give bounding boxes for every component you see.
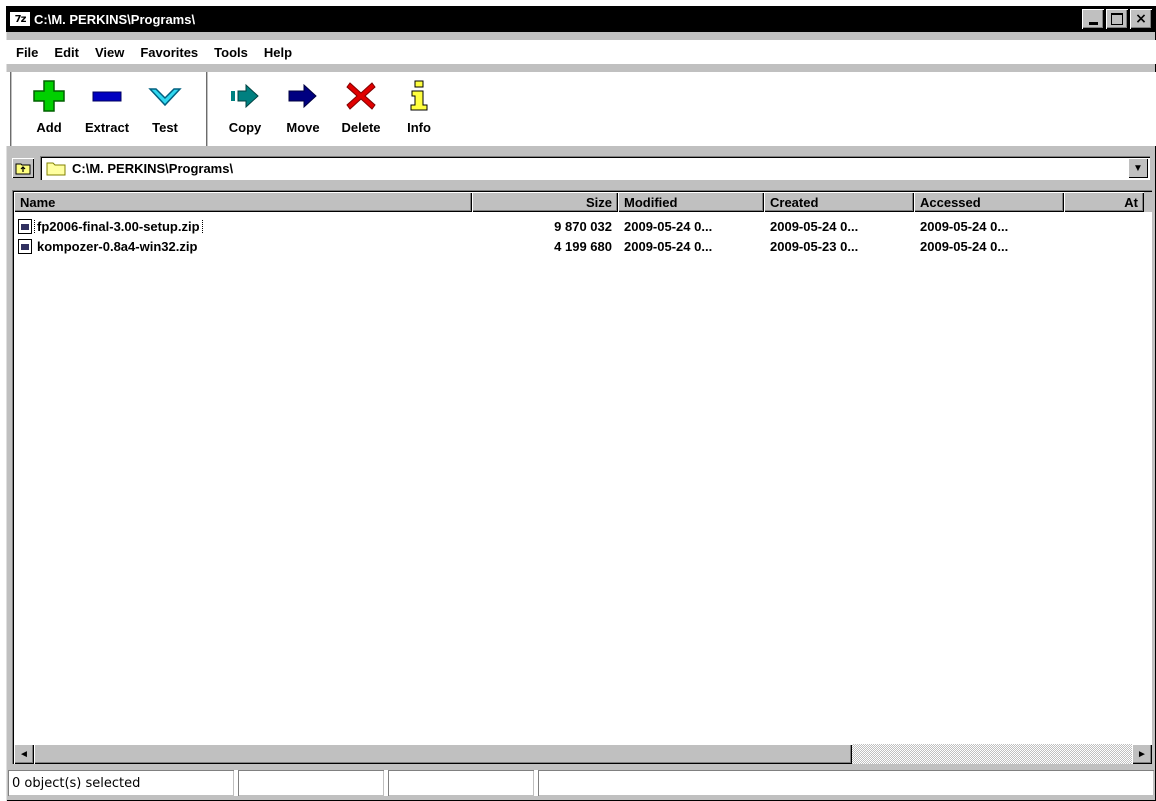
scrollbar-thumb[interactable]	[34, 744, 852, 764]
address-bar: C:\M. PERKINS\Programs\ ▼	[12, 156, 1150, 180]
file-name: fp2006-final-3.00-setup.zip	[34, 218, 203, 234]
file-name-cell: kompozer-0.8a4-win32.zip	[14, 238, 472, 254]
menu-bar: File Edit View Favorites Tools Help	[6, 40, 1156, 64]
app-logo-icon: 7z	[10, 12, 30, 26]
file-created: 2009-05-23 0...	[770, 238, 859, 254]
zip-file-icon	[18, 218, 32, 234]
delete-icon	[341, 78, 381, 114]
minimize-icon	[1088, 22, 1098, 25]
folder-up-icon	[15, 163, 31, 175]
menu-view[interactable]: View	[87, 45, 132, 60]
move-label: Move	[286, 120, 320, 135]
status-bar: 0 object(s) selected	[8, 770, 1154, 796]
info-icon	[399, 78, 439, 114]
add-label: Add	[36, 120, 62, 135]
address-path: C:\M. PERKINS\Programs\	[72, 160, 234, 176]
status-selected: 0 object(s) selected	[8, 770, 234, 796]
file-accessed: 2009-05-24 0...	[920, 238, 1009, 254]
status-pane-2	[238, 770, 384, 796]
file-accessed: 2009-05-24 0...	[920, 218, 1009, 234]
file-rows: fp2006-final-3.00-setup.zip 9 870 032 20…	[14, 216, 1152, 256]
move-icon	[283, 78, 323, 114]
app-window: 7z C:\M. PERKINS\Programs\ × File Edit V…	[6, 6, 1156, 801]
delete-button[interactable]: Delete	[332, 78, 390, 146]
table-row[interactable]: fp2006-final-3.00-setup.zip 9 870 032 20…	[14, 216, 1152, 236]
close-button[interactable]: ×	[1130, 9, 1152, 29]
address-dropdown-button[interactable]: ▼	[1128, 158, 1148, 178]
move-button[interactable]: Move	[274, 78, 332, 146]
copy-icon	[225, 78, 265, 114]
horizontal-scrollbar[interactable]: ◄ ►	[14, 744, 1152, 764]
extract-label: Extract	[84, 120, 130, 135]
folder-up-button[interactable]	[12, 158, 34, 178]
address-combobox[interactable]: C:\M. PERKINS\Programs\ ▼	[40, 156, 1150, 180]
test-button[interactable]: Test	[136, 78, 194, 146]
column-header-accessed[interactable]: Accessed	[914, 192, 1064, 212]
menu-tools[interactable]: Tools	[206, 45, 256, 60]
zip-file-icon	[18, 238, 32, 254]
menu-file[interactable]: File	[8, 45, 46, 60]
scroll-right-button[interactable]: ►	[1132, 744, 1152, 764]
file-modified: 2009-05-24 0...	[624, 218, 713, 234]
file-size: 9 870 032	[554, 218, 612, 234]
toolbar-group-file: Copy Move Delete Info	[206, 72, 456, 146]
maximize-icon	[1111, 13, 1123, 25]
window-controls: ×	[1082, 9, 1152, 29]
folder-icon	[46, 162, 66, 176]
arrow-right-icon: ►	[1137, 748, 1147, 760]
column-header-size[interactable]: Size	[472, 192, 618, 212]
toolbar-group-archive: Add Extract Test	[10, 72, 202, 146]
column-header-name[interactable]: Name	[14, 192, 472, 212]
window-title: C:\M. PERKINS\Programs\	[34, 11, 196, 27]
file-modified: 2009-05-24 0...	[624, 238, 713, 254]
column-header-modified[interactable]: Modified	[618, 192, 764, 212]
info-label: Info	[407, 120, 431, 135]
status-pane-3	[388, 770, 534, 796]
add-button[interactable]: Add	[20, 78, 78, 146]
column-header-row: Name Size Modified Created Accessed At	[14, 192, 1152, 212]
scroll-left-button[interactable]: ◄	[14, 744, 34, 764]
extract-button[interactable]: Extract	[78, 78, 136, 146]
menu-favorites[interactable]: Favorites	[132, 45, 206, 60]
info-button[interactable]: Info	[390, 78, 448, 146]
title-bar[interactable]: 7z C:\M. PERKINS\Programs\ ×	[6, 6, 1156, 32]
file-name-cell: fp2006-final-3.00-setup.zip	[14, 218, 472, 234]
close-icon: ×	[1135, 11, 1147, 27]
table-row[interactable]: kompozer-0.8a4-win32.zip 4 199 680 2009-…	[14, 236, 1152, 256]
test-label: Test	[152, 120, 178, 135]
column-header-created[interactable]: Created	[764, 192, 914, 212]
status-pane-4	[538, 770, 1154, 796]
chevron-down-icon: ▼	[1133, 162, 1143, 174]
file-size: 4 199 680	[554, 238, 612, 254]
copy-button[interactable]: Copy	[216, 78, 274, 146]
copy-label: Copy	[228, 120, 262, 135]
delete-label: Delete	[341, 120, 381, 135]
column-header-attributes[interactable]: At	[1064, 192, 1144, 212]
test-icon	[145, 78, 185, 114]
menu-help[interactable]: Help	[256, 45, 300, 60]
add-icon	[29, 78, 69, 114]
toolbar: Add Extract Test Copy Move Delete Info	[6, 72, 1156, 146]
extract-icon	[87, 78, 127, 114]
file-list[interactable]: Name Size Modified Created Accessed At f…	[12, 190, 1152, 764]
file-name: kompozer-0.8a4-win32.zip	[37, 238, 198, 254]
minimize-button[interactable]	[1082, 9, 1104, 29]
file-created: 2009-05-24 0...	[770, 218, 859, 234]
menu-edit[interactable]: Edit	[46, 45, 87, 60]
arrow-left-icon: ◄	[19, 748, 29, 760]
maximize-button[interactable]	[1106, 9, 1128, 29]
